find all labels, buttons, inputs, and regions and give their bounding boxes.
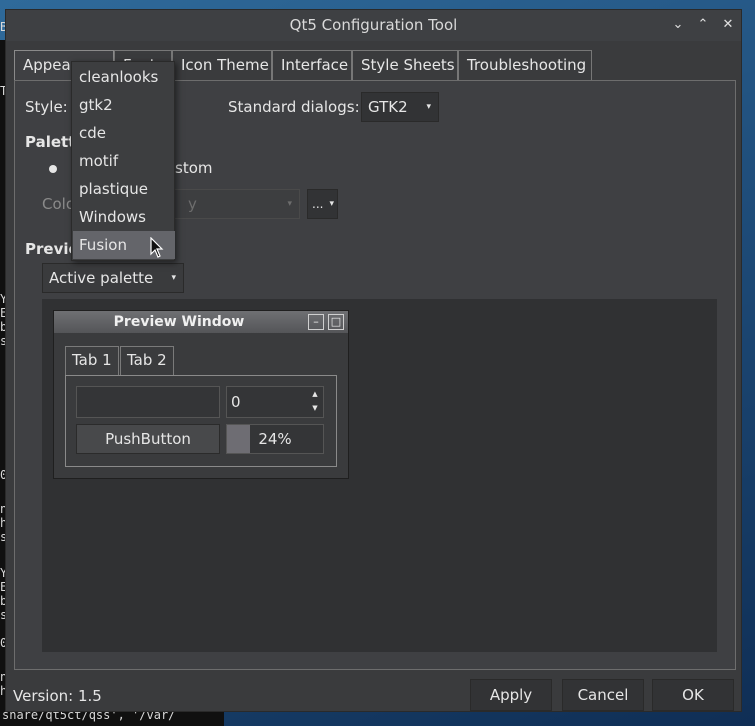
chevron-down-icon: ▾ (426, 102, 431, 112)
preview-minimize-icon: – (308, 314, 324, 330)
minimize-icon[interactable]: ⌄ (668, 15, 688, 35)
style-option-cleanlooks[interactable]: cleanlooks (73, 63, 175, 91)
style-option-cde[interactable]: cde (73, 119, 175, 147)
window-title: Qt5 Configuration Tool (289, 16, 458, 34)
tab-icon-theme[interactable]: Icon Theme (172, 50, 272, 80)
preview-palette-value: Active palette (49, 269, 154, 287)
color-scheme-value: y (188, 195, 197, 213)
preview-spin-value: 0 (231, 393, 241, 411)
chevron-down-icon: ▾ (287, 199, 292, 209)
tab-troubleshooting[interactable]: Troubleshooting (458, 50, 592, 80)
color-scheme-more-button[interactable]: ... ▾ (307, 189, 338, 219)
palette-radio-default[interactable] (49, 165, 57, 173)
apply-button[interactable]: Apply (470, 679, 552, 711)
palette-radio-custom-label[interactable]: stom (175, 159, 213, 177)
color-scheme-combo[interactable]: y ▾ (165, 189, 300, 219)
style-option-windows[interactable]: Windows (73, 203, 175, 231)
terminal-bottom-strip: share/qt5ct/qss', '/var/ (0, 710, 224, 726)
title-bar[interactable]: Qt5 Configuration Tool ⌄ ⌃ ✕ (6, 10, 741, 41)
preview-push-button[interactable]: PushButton (76, 424, 220, 454)
style-option-motif[interactable]: motif (73, 147, 175, 175)
standard-dialogs-label: Standard dialogs: (228, 98, 360, 116)
preview-progress-bar: 24% (226, 424, 324, 454)
style-dropdown-menu: cleanlooks gtk2 cde motif plastique Wind… (71, 61, 175, 261)
close-icon[interactable]: ✕ (718, 15, 738, 35)
chevron-down-icon: ▾ (171, 273, 176, 283)
progress-text: 24% (258, 430, 292, 448)
preview-spinbox[interactable]: 0 ▲ ▼ (226, 386, 324, 418)
tab-style-sheets[interactable]: Style Sheets (352, 50, 458, 80)
more-button-label: ... (312, 197, 324, 211)
preview-tab-1[interactable]: Tab 1 (65, 346, 119, 376)
preview-tab-pane: 0 ▲ ▼ PushButton 24% (65, 375, 337, 467)
standard-dialogs-combo[interactable]: GTK2 ▾ (361, 92, 439, 122)
maximize-icon[interactable]: ⌃ (693, 15, 713, 35)
style-option-plastique[interactable]: plastique (73, 175, 175, 203)
standard-dialogs-value: GTK2 (368, 98, 408, 116)
tab-interface[interactable]: Interface (272, 50, 352, 80)
spin-up-icon[interactable]: ▲ (309, 388, 321, 401)
mouse-cursor-icon (150, 237, 164, 258)
ok-button[interactable]: OK (652, 679, 734, 711)
spin-down-icon[interactable]: ▼ (309, 402, 321, 415)
style-option-gtk2[interactable]: gtk2 (73, 91, 175, 119)
preview-maximize-icon: □ (328, 314, 344, 330)
style-label: Style: (25, 98, 68, 116)
preview-palette-combo[interactable]: Active palette ▾ (42, 263, 184, 293)
preview-window: Preview Window – □ Tab 1 Tab 2 0 ▲ ▼ Pus… (53, 310, 349, 479)
chevron-down-icon: ▾ (329, 199, 334, 209)
preview-line-edit[interactable] (76, 386, 220, 418)
cancel-button[interactable]: Cancel (562, 679, 644, 711)
preview-tab-2[interactable]: Tab 2 (120, 346, 174, 375)
version-label: Version: 1.5 (13, 687, 102, 705)
preview-window-title: Preview Window (54, 311, 348, 333)
